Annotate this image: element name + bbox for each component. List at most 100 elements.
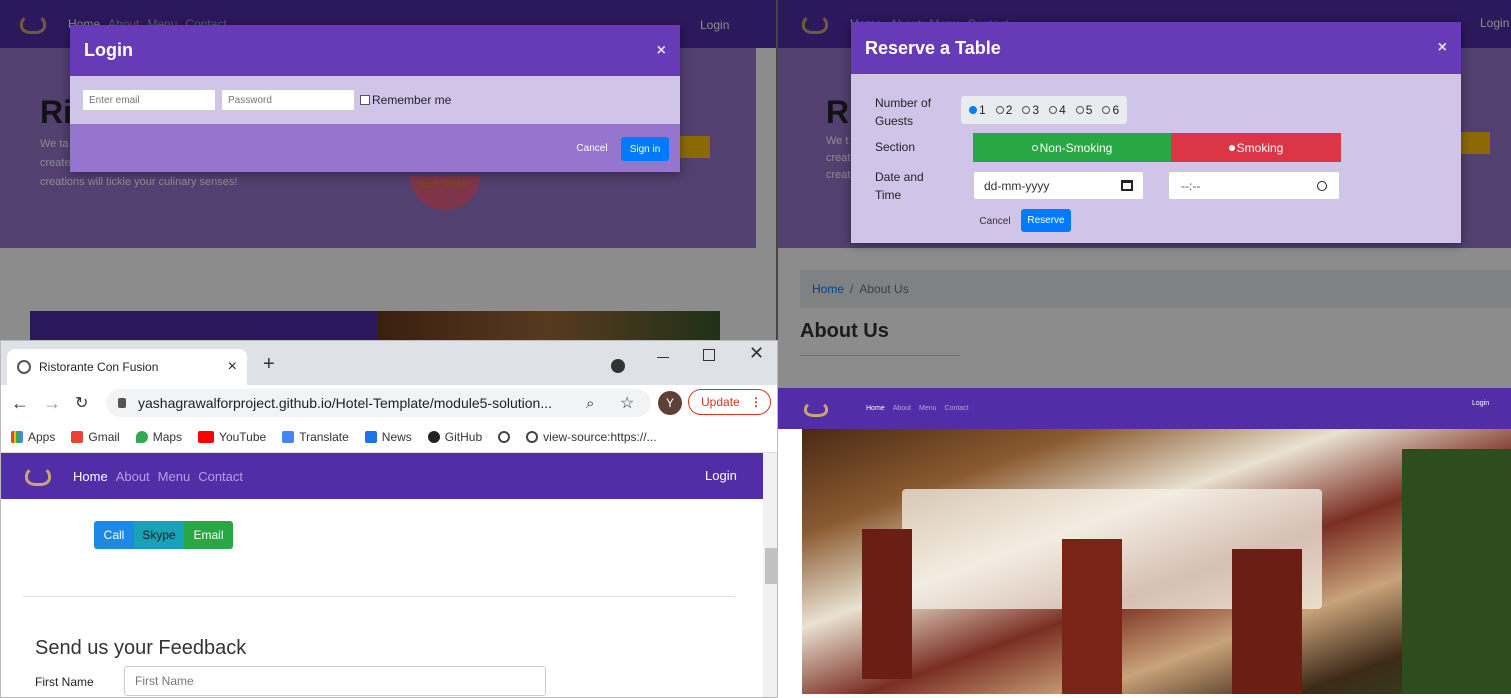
bookmark-news[interactable]: News — [364, 430, 412, 444]
bookmark-maps[interactable]: Maps — [135, 430, 182, 444]
globe-icon — [498, 430, 511, 443]
bookmarks-bar: Apps Gmail Maps YouTube Translate News G… — [1, 421, 777, 453]
url-bar[interactable]: yashagrawalforproject.github.io/Hotel-Te… — [106, 389, 651, 417]
bookmark-apps[interactable]: Apps — [11, 430, 55, 444]
apps-icon — [11, 430, 23, 443]
forward-icon[interactable]: → — [43, 393, 61, 414]
guests-radio-3[interactable]: 3 — [1022, 103, 1039, 117]
smoking-button[interactable]: Smoking — [1171, 133, 1341, 162]
reserve-button[interactable]: Reserve — [1021, 209, 1071, 232]
non-smoking-button[interactable]: Non-Smoking — [973, 133, 1171, 162]
tab-title: Ristorante Con Fusion — [39, 360, 159, 374]
bookmark-youtube[interactable]: YouTube — [198, 430, 266, 444]
browser-tab[interactable]: Ristorante Con Fusion × — [7, 349, 247, 385]
modal-header: Login × — [70, 25, 680, 76]
modal-footer: Cancel Sign in — [70, 124, 680, 172]
guests-radio-2[interactable]: 2 — [995, 103, 1012, 117]
navbar: Home About Menu Contact Login — [778, 388, 1511, 429]
gmail-icon — [71, 430, 84, 443]
first-name-input[interactable]: First Name — [124, 666, 546, 696]
chair — [1062, 539, 1122, 694]
feedback-heading: Send us your Feedback — [35, 637, 247, 659]
nav-about[interactable]: About — [893, 405, 911, 412]
avatar[interactable]: Y — [658, 391, 682, 415]
contact-button-group: Call Skype Email — [94, 521, 233, 549]
cancel-button[interactable]: Cancel — [975, 210, 1015, 232]
guests-radio-4[interactable]: 4 — [1049, 103, 1066, 117]
new-tab-button[interactable]: + — [263, 353, 275, 376]
call-button[interactable]: Call — [94, 521, 134, 549]
bookmark-gmail[interactable]: Gmail — [71, 430, 120, 444]
signin-button[interactable]: Sign in — [621, 137, 669, 161]
radio-icon — [1228, 144, 1235, 151]
globe-icon — [526, 430, 539, 443]
page-navbar: Home About Menu Contact Login — [1, 453, 763, 499]
close-icon[interactable]: × — [657, 42, 666, 60]
remember-label: Remember me — [372, 93, 452, 107]
url-text: yashagrawalforproject.github.io/Hotel-Te… — [138, 395, 552, 411]
zoom-icon[interactable]: ⌕ — [586, 395, 594, 412]
bookmark-globe[interactable] — [498, 430, 511, 443]
news-icon — [364, 430, 377, 443]
first-name-label: First Name — [35, 675, 94, 689]
bottom-right-page: Home About Menu Contact Login — [778, 388, 1511, 698]
remember-checkbox[interactable] — [360, 95, 370, 105]
cancel-button[interactable]: Cancel — [572, 137, 612, 159]
scrollbar[interactable] — [763, 453, 777, 697]
logo-icon — [25, 466, 51, 486]
skype-button[interactable]: Skype — [134, 521, 184, 549]
close-icon[interactable]: × — [1438, 39, 1447, 57]
update-button[interactable]: Update ⋮ — [688, 389, 771, 415]
bookmark-view-source[interactable]: view-source:https://... — [526, 430, 657, 444]
back-icon[interactable]: ← — [11, 393, 29, 414]
bookmark-translate[interactable]: Translate — [282, 430, 349, 444]
maximize-icon[interactable] — [703, 349, 715, 361]
bookmark-github[interactable]: GitHub — [427, 430, 482, 444]
modal-title: Reserve a Table — [865, 37, 1001, 58]
star-icon[interactable]: ☆ — [620, 393, 634, 413]
nav-home[interactable]: Home — [866, 405, 885, 412]
nav-contact[interactable]: Contact — [198, 469, 243, 484]
translate-icon — [282, 430, 295, 443]
datetime-label: Date and Time — [875, 170, 924, 202]
scrollbar-thumb[interactable] — [765, 548, 777, 584]
nav-contact[interactable]: Contact — [945, 405, 969, 412]
time-input[interactable]: --:-- — [1168, 171, 1340, 200]
top-left-page: Home About Menu Contact Login Ri We ta c… — [0, 0, 776, 340]
date-input[interactable]: dd-mm-yyyy — [973, 171, 1144, 200]
reload-icon[interactable]: ↻ — [75, 393, 88, 413]
guests-radio-5[interactable]: 5 — [1075, 103, 1092, 117]
nav-home[interactable]: Home — [73, 469, 108, 484]
nav-menu[interactable]: Menu — [919, 405, 937, 412]
youtube-icon — [198, 430, 215, 443]
nav-login[interactable]: Login — [1472, 400, 1489, 407]
guests-radio-6[interactable]: 6 — [1102, 103, 1119, 117]
tab-close-icon[interactable]: × — [228, 358, 237, 376]
email-input[interactable]: Enter email — [82, 89, 216, 111]
reserve-modal: Reserve a Table × Number of Guests 1 2 3… — [851, 22, 1461, 243]
logo-icon — [804, 400, 828, 417]
close-window-icon[interactable]: ✕ — [749, 343, 764, 364]
minimize-icon[interactable] — [657, 357, 669, 358]
modal-header: Reserve a Table × — [851, 22, 1461, 74]
restaurant-interior-image — [802, 429, 1511, 694]
top-right-page: Home About Menu Contact Login Ri We t cr… — [778, 0, 1511, 388]
browser-window: Ristorante Con Fusion × + ✕ ← → ↻ yashag… — [0, 340, 778, 698]
guests-radio-1[interactable]: 1 — [969, 103, 986, 117]
github-icon — [427, 430, 440, 443]
nav-menu[interactable]: Menu — [158, 469, 191, 484]
guests-label: Number of Guests — [875, 96, 932, 128]
login-modal: Login × Enter email Password Remember me… — [70, 25, 680, 172]
maps-icon — [135, 430, 148, 443]
nav-login[interactable]: Login — [705, 468, 737, 483]
modal-title: Login — [84, 40, 133, 60]
email-button[interactable]: Email — [184, 521, 233, 549]
tab-search-icon[interactable] — [611, 359, 625, 373]
menu-dots-icon[interactable]: ⋮ — [750, 395, 762, 409]
chair — [862, 529, 912, 679]
section-label: Section — [875, 140, 916, 154]
plant — [1402, 449, 1511, 694]
password-input[interactable]: Password — [221, 89, 355, 111]
clock-icon — [1317, 180, 1327, 191]
nav-about[interactable]: About — [116, 469, 150, 484]
